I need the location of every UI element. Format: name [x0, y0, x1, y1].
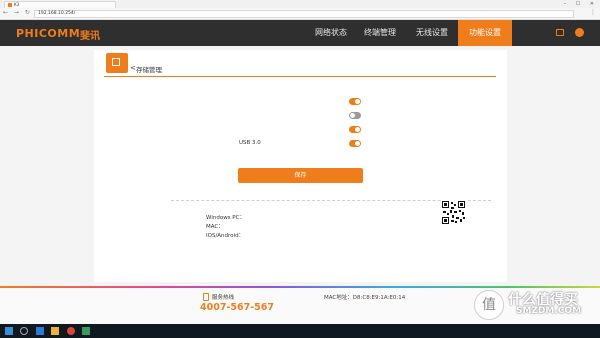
taskbar	[0, 324, 600, 338]
tab-function-settings[interactable]: 功能设置	[458, 20, 512, 46]
watermark-sub: SMZDM.COM	[516, 306, 582, 316]
tab-network-status[interactable]: 网络状态	[304, 20, 358, 46]
toggle-storage-share[interactable]	[349, 98, 361, 105]
browser-menu-icon[interactable]: ⋮	[590, 9, 596, 16]
chrome-icon[interactable]	[67, 327, 75, 335]
windows-start-icon[interactable]	[5, 327, 13, 335]
mac-label: MAC地址：	[324, 295, 353, 301]
user-icon[interactable]	[575, 28, 584, 37]
storage-label-usb: USB 3.0	[239, 140, 261, 146]
tab-terminal-management[interactable]: 终端管理	[354, 20, 406, 46]
page-title: 存储管理	[136, 66, 162, 74]
browser-tab[interactable]: K3	[4, 1, 116, 8]
favicon-icon	[8, 3, 12, 7]
toggle-usb3[interactable]	[349, 140, 361, 147]
mac-value: D8:C8:E9:1A:E0:14	[352, 295, 406, 301]
search-icon[interactable]	[20, 327, 28, 335]
tab-wireless-settings[interactable]: 无线设置	[406, 20, 458, 46]
hotline-label: 服务热线	[212, 295, 235, 301]
qr-code-icon	[441, 200, 466, 225]
access-label-mobile: IOS/Android：	[206, 233, 245, 239]
edge-icon[interactable]	[36, 327, 44, 335]
mac-address: MAC地址：D8:C8:E9:1A:E0:14	[324, 293, 405, 301]
back-button[interactable]: <	[130, 64, 136, 72]
access-label-windows: Windows PC：	[206, 215, 245, 221]
storage-icon	[106, 53, 128, 73]
window-controls[interactable]: – ☐ ✕	[564, 0, 600, 8]
phone-icon	[203, 293, 209, 301]
app-icon[interactable]	[82, 327, 90, 335]
folder-icon[interactable]	[51, 327, 59, 335]
brand-logo: PHICOMM	[16, 27, 81, 40]
url-input[interactable]: 192.168.10.254/	[34, 10, 574, 18]
hotline-number: 4007-567-567	[200, 302, 274, 313]
lock-icon[interactable]	[556, 29, 564, 36]
access-label-mac: MAC：	[206, 224, 224, 230]
save-button[interactable]: 保存	[238, 168, 363, 183]
content-card	[94, 50, 507, 282]
title-divider	[104, 76, 496, 77]
toggle-storage-encrypt[interactable]	[349, 112, 361, 119]
tab-title: K3	[14, 2, 20, 7]
watermark-logo-icon: 值	[474, 290, 504, 320]
nav-buttons[interactable]: ← → ↻	[3, 9, 32, 16]
brand-logo-cn: 斐讯	[80, 31, 100, 42]
toggle-media-server[interactable]	[349, 126, 361, 133]
